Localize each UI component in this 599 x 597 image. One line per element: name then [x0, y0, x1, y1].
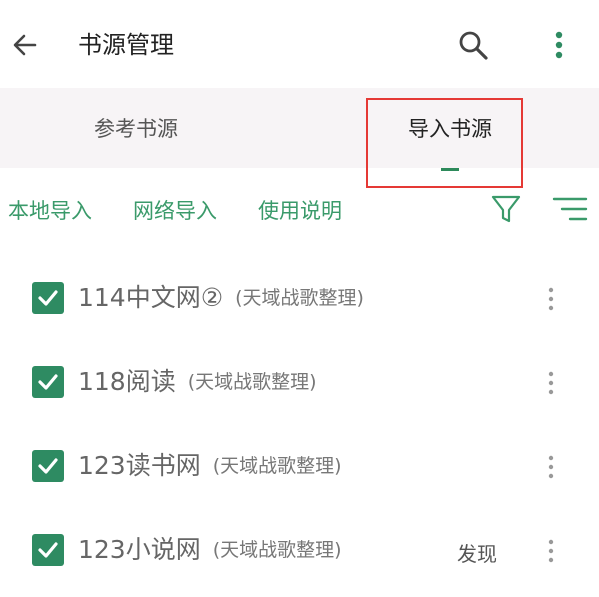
- check-icon: [38, 374, 58, 390]
- check-icon: [38, 290, 58, 306]
- annotation-highlight-box: [366, 98, 523, 188]
- check-icon: [38, 458, 58, 474]
- item-menu-button[interactable]: [544, 368, 558, 398]
- source-checkbox[interactable]: [32, 366, 64, 398]
- arrow-left-icon: [13, 34, 37, 56]
- filter-button[interactable]: [490, 192, 522, 226]
- item-menu-button[interactable]: [544, 536, 558, 566]
- source-name: 118阅读: [78, 367, 176, 396]
- back-button[interactable]: [8, 28, 42, 62]
- source-name: 123读书网: [78, 451, 201, 480]
- item-menu-button[interactable]: [544, 452, 558, 482]
- list-item[interactable]: 114中文网② (天域战歌整理): [0, 254, 599, 338]
- check-icon: [38, 542, 58, 558]
- source-name: 114中文网②: [78, 283, 224, 312]
- source-note: (天域战歌整理): [212, 539, 342, 561]
- source-name-line: 118阅读 (天域战歌整理): [78, 364, 317, 400]
- list-item[interactable]: 123小说网 (天域战歌整理) 发现: [0, 506, 599, 590]
- search-icon: [459, 31, 488, 60]
- list-item[interactable]: 123读书网 (天域战歌整理): [0, 422, 599, 506]
- more-vert-icon: [548, 455, 554, 479]
- sort-icon: [552, 197, 588, 221]
- more-vert-icon: [548, 539, 554, 563]
- source-note: (天域战歌整理): [212, 455, 342, 477]
- source-name-line: 114中文网② (天域战歌整理): [78, 280, 364, 316]
- source-note: (天域战歌整理): [235, 287, 364, 309]
- more-vert-icon: [548, 287, 554, 311]
- source-checkbox[interactable]: [32, 534, 64, 566]
- network-import-link[interactable]: 网络导入: [133, 196, 217, 226]
- local-import-link[interactable]: 本地导入: [8, 196, 92, 226]
- source-name-line: 123小说网 (天域战歌整理): [78, 532, 342, 568]
- more-vert-icon: [555, 31, 563, 59]
- page-title: 书源管理: [78, 31, 174, 59]
- app-screen: 书源管理 参考书源 导入书源 本地导入 网络导入 使用说明 114中文网② (天…: [0, 0, 599, 597]
- item-menu-button[interactable]: [544, 284, 558, 314]
- source-note: (天域战歌整理): [187, 371, 317, 393]
- source-name-line: 123读书网 (天域战歌整理): [78, 448, 342, 484]
- source-name: 123小说网: [78, 535, 201, 564]
- tab-reference-sources[interactable]: 参考书源: [16, 88, 256, 168]
- sort-button[interactable]: [552, 194, 588, 224]
- tab-label: 参考书源: [94, 117, 178, 141]
- source-checkbox[interactable]: [32, 282, 64, 314]
- source-checkbox[interactable]: [32, 450, 64, 482]
- list-item[interactable]: 118阅读 (天域战歌整理): [0, 338, 599, 422]
- filter-icon: [491, 195, 521, 223]
- top-app-bar: 书源管理: [0, 0, 599, 88]
- overflow-menu-button[interactable]: [548, 28, 570, 62]
- usage-guide-link[interactable]: 使用说明: [258, 196, 342, 226]
- more-vert-icon: [548, 371, 554, 395]
- discover-label[interactable]: 发现: [457, 538, 497, 567]
- search-button[interactable]: [456, 28, 490, 62]
